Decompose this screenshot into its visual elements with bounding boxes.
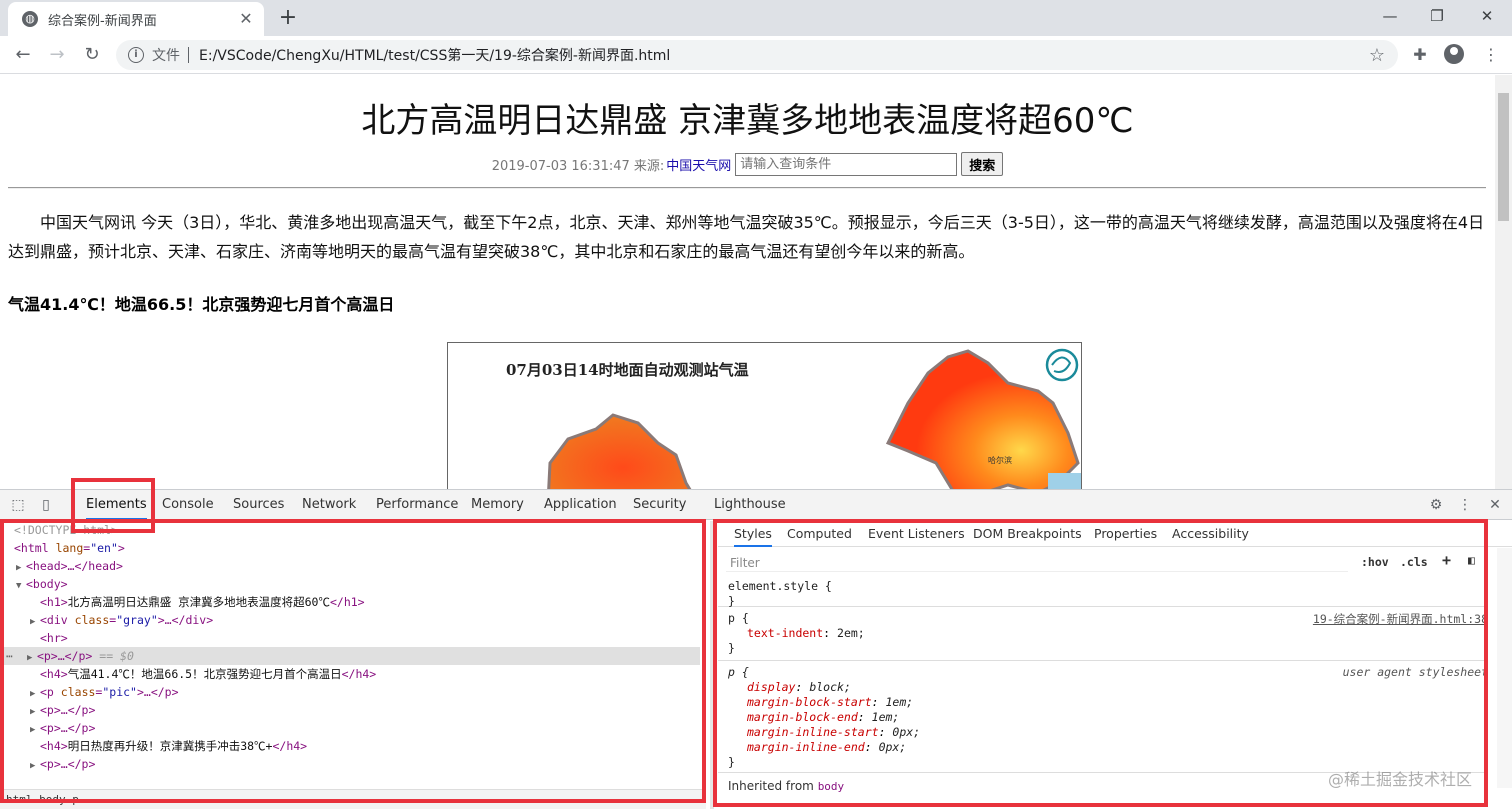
browser-tab[interactable]: ◍ 综合案例-新闻界面 ✕ (8, 2, 264, 36)
tab-application[interactable]: Application (544, 490, 617, 520)
tab-performance[interactable]: Performance (376, 490, 458, 520)
map-title: 07月03日14时地面自动观测站气温 (506, 361, 749, 379)
url-text[interactable]: E:/VSCode/ChengXu/HTML/test/CSS第一天/19-综合… (199, 45, 1364, 65)
news-subheading: 气温41.4℃！地温66.5！北京强势迎七月首个高温日 (8, 295, 395, 314)
styles-panel-highlight (713, 519, 1488, 807)
tab-console[interactable]: Console (162, 490, 214, 520)
back-arrow-icon[interactable]: ← (8, 40, 38, 70)
page-scrollbar-thumb[interactable] (1498, 93, 1509, 221)
settings-gear-icon[interactable]: ⚙ (1427, 496, 1445, 514)
search-input[interactable] (735, 152, 958, 176)
news-meta: 2019-07-03 16:31:47 来源: 中国天气网 搜索 (0, 152, 1495, 176)
devtools-tab-bar: ⬚ ▯ Elements Console Sources Network Per… (0, 490, 1512, 520)
browser-toolbar: ← → ↻ i 文件 E:/VSCode/ChengXu/HTML/test/C… (0, 36, 1512, 74)
bookmark-star-icon[interactable]: ☆ (1364, 45, 1390, 66)
omnibox-separator (188, 47, 189, 63)
browser-menu-icon[interactable]: ⋮ (1480, 44, 1502, 66)
close-window-button[interactable]: ✕ (1464, 0, 1510, 32)
news-paragraph: 中国天气网讯 今天（3日），华北、黄淮多地出现高温天气，截至下午2点，北京、天津… (8, 213, 1485, 261)
new-tab-button[interactable]: + (274, 4, 302, 32)
extensions-puzzle-icon[interactable]: ✚ (1409, 44, 1431, 66)
tab-sources[interactable]: Sources (233, 490, 284, 520)
tab-memory[interactable]: Memory (471, 490, 524, 520)
info-icon[interactable]: i (128, 47, 144, 63)
globe-icon: ◍ (22, 11, 38, 27)
news-headline: 北方高温明日达鼎盛 京津冀多地地表温度将超60℃ (361, 101, 1134, 141)
maximize-button[interactable]: ❐ (1414, 0, 1460, 32)
scheme-label: 文件 (152, 48, 180, 64)
profile-avatar-icon[interactable] (1444, 44, 1464, 64)
tab-close-icon[interactable]: ✕ (234, 7, 258, 31)
address-bar[interactable]: i 文件 E:/VSCode/ChengXu/HTML/test/CSS第一天/… (116, 40, 1398, 70)
temperature-map-image: 07月03日14时地面自动观测站气温 哈尔滨 (447, 342, 1082, 489)
tab-security[interactable]: Security (633, 490, 686, 520)
tab-strip: ◍ 综合案例-新闻界面 ✕ + — ❐ ✕ (0, 0, 1512, 36)
watermark: @稀土掘金技术社区 (1328, 770, 1473, 789)
browser-window: ◍ 综合案例-新闻界面 ✕ + — ❐ ✕ ← → ↻ i 文件 E:/VSCo… (0, 0, 1512, 809)
styles-scrollbar[interactable] (1497, 548, 1512, 788)
forward-arrow-icon[interactable]: → (42, 40, 72, 70)
horizontal-rule (8, 187, 1486, 189)
page-scrollbar[interactable] (1495, 75, 1512, 489)
device-toolbar-icon[interactable]: ▯ (37, 496, 55, 514)
search-button[interactable]: 搜索 (961, 152, 1004, 176)
close-devtools-icon[interactable]: ✕ (1486, 496, 1504, 514)
more-options-icon[interactable]: ⋮ (1456, 496, 1474, 514)
reload-icon[interactable]: ↻ (77, 40, 107, 70)
dom-panel-highlight (0, 519, 706, 803)
tab-network[interactable]: Network (302, 490, 356, 520)
minimize-button[interactable]: — (1367, 0, 1413, 32)
news-source-link[interactable]: 中国天气网 (666, 155, 731, 174)
map-city-label: 哈尔滨 (988, 456, 1012, 465)
inspect-element-icon[interactable]: ⬚ (9, 496, 27, 514)
tab-lighthouse[interactable]: Lighthouse (714, 490, 786, 520)
page-viewport: 北方高温明日达鼎盛 京津冀多地地表温度将超60℃ 2019-07-03 16:3… (0, 75, 1495, 489)
tab-title: 综合案例-新闻界面 (48, 13, 157, 29)
news-date: 2019-07-03 16:31:47 来源: (491, 158, 665, 174)
